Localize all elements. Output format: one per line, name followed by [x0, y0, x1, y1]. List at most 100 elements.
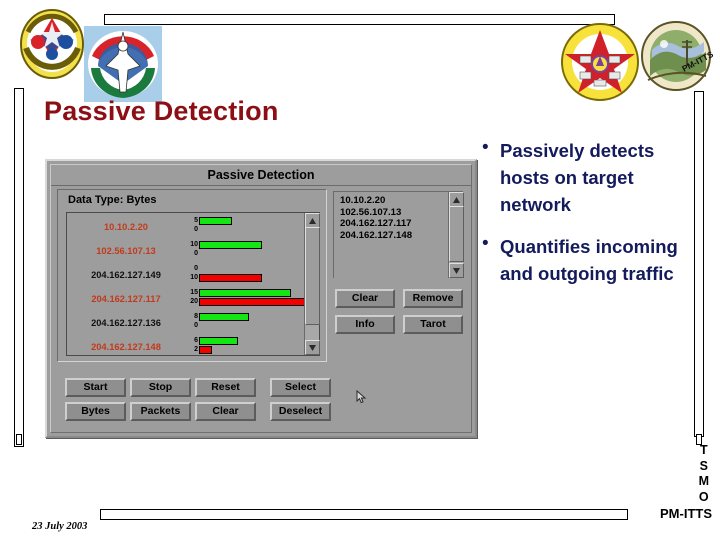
bar-incoming: [199, 240, 262, 249]
chart-category-label[interactable]: 204.162.127.148: [67, 342, 185, 352]
chart-bar-row: 0: [185, 225, 199, 234]
right-vertical-rule: [694, 91, 704, 437]
scroll-down-icon[interactable]: [449, 263, 464, 278]
ip-list-scrollbar[interactable]: [448, 192, 464, 278]
control-button-row: Start Stop Reset Select: [65, 378, 345, 397]
slide-date: 23 July 2003: [32, 521, 88, 532]
chart-bar-row: 10: [185, 273, 262, 282]
info-button[interactable]: Info: [335, 315, 395, 334]
bar-incoming: [199, 336, 238, 345]
list-item[interactable]: 102.56.107.13: [340, 207, 447, 219]
tarot-button[interactable]: Tarot: [403, 315, 463, 334]
deselect-button[interactable]: Deselect: [270, 402, 331, 421]
packets-button[interactable]: Packets: [130, 402, 191, 421]
bytes-button[interactable]: Bytes: [65, 402, 126, 421]
bar-incoming: [199, 216, 232, 225]
chart-bar-row: 0: [185, 321, 199, 330]
chart-area: 10.10.2.20 102.56.107.13 204.162.127.149…: [66, 212, 320, 356]
start-button[interactable]: Start: [65, 378, 126, 397]
bar-outgoing: [199, 345, 212, 354]
reset-button[interactable]: Reset: [195, 378, 256, 397]
chart-panel: Data Type: Bytes 10.10.2.20 102.56.107.1…: [57, 189, 327, 362]
action-button-row: Clear Remove: [335, 289, 463, 308]
bar-value-label: 0: [194, 264, 198, 272]
logo-tsmo-star: [560, 22, 640, 102]
header-rule: [104, 14, 615, 25]
chart-category-label[interactable]: 10.10.2.20: [67, 222, 185, 232]
chart-category-label[interactable]: 102.56.107.13: [67, 246, 185, 256]
bar-value-label: 15: [190, 288, 198, 296]
control-button-row: Bytes Packets Clear Deselect: [65, 402, 345, 421]
bar-outgoing: [199, 297, 305, 306]
window-inner-frame: Passive Detection Data Type: Bytes 10.10…: [50, 164, 472, 433]
bar-value-label: 0: [194, 225, 198, 233]
bar-incoming: [199, 288, 291, 297]
chart-scroll-thumb[interactable]: [305, 227, 320, 325]
scroll-down-icon[interactable]: [305, 340, 320, 355]
logo-army-crest: [18, 8, 86, 80]
mouse-cursor-icon: [356, 389, 368, 404]
clear-data-button[interactable]: Clear: [195, 402, 256, 421]
list-item[interactable]: 204.162.127.117: [340, 218, 447, 230]
bar-value-label: 2: [194, 345, 198, 353]
footer-org: PM-ITTS: [660, 506, 712, 521]
bullet-marker-icon: •: [482, 137, 489, 158]
bar-value-label: 6: [194, 336, 198, 344]
bar-outgoing: [199, 273, 262, 282]
window-title: Passive Detection: [51, 165, 471, 186]
bar-value-label: 20: [190, 297, 198, 305]
side-label-tsmo: T S M O: [699, 443, 709, 505]
list-item: • Passively detects hosts on target netw…: [480, 138, 690, 218]
chart-bar-row: 5: [185, 216, 232, 225]
bar-value-label: 5: [194, 216, 198, 224]
scroll-up-icon[interactable]: [449, 192, 464, 207]
bullet-marker-icon: •: [482, 233, 489, 255]
remove-button[interactable]: Remove: [403, 289, 463, 308]
side-label-line: O: [698, 489, 709, 504]
bar-value-label: 0: [194, 321, 198, 329]
chart-bar-row: 0: [185, 264, 199, 273]
chart-category-labels: 10.10.2.20 102.56.107.13 204.162.127.149…: [67, 213, 185, 355]
chart-bar-row: 6: [185, 336, 238, 345]
bullet-list: • Passively detects hosts on target netw…: [480, 138, 690, 304]
select-button[interactable]: Select: [270, 378, 331, 397]
logo-pm-itts: PM-ITTS: [640, 20, 716, 96]
side-label-line: S: [699, 458, 708, 473]
chart-bar-row: 0: [185, 249, 199, 258]
bullet-text: Quantifies incoming and outgoing traffic: [500, 236, 678, 285]
chart-category-label[interactable]: 204.162.127.117: [67, 294, 185, 304]
bar-value-label: 10: [190, 273, 198, 281]
bar-incoming: [199, 312, 249, 321]
page-title: Passive Detection: [44, 96, 279, 126]
bar-value-label: 10: [190, 240, 198, 248]
bar-value-label: 8: [194, 312, 198, 320]
window-body: Data Type: Bytes 10.10.2.20 102.56.107.1…: [51, 186, 471, 432]
left-vertical-rule: [14, 88, 24, 447]
chart-category-label[interactable]: 204.162.127.136: [67, 318, 185, 328]
selected-ip-list[interactable]: 10.10.2.20 102.56.107.13 204.162.127.117…: [333, 191, 464, 278]
ip-list-items: 10.10.2.20 102.56.107.13 204.162.127.117…: [340, 195, 447, 276]
chart-bar-row: 20: [185, 297, 305, 306]
chart-bar-row: 15: [185, 288, 291, 297]
list-item[interactable]: 204.162.127.148: [340, 230, 447, 242]
slide: PM-ITTS Passive Detection • Passively de…: [0, 0, 720, 540]
chart-category-label[interactable]: 204.162.127.149: [67, 270, 185, 280]
chart-bar-row: 8: [185, 312, 249, 321]
clear-button[interactable]: Clear: [335, 289, 395, 308]
side-label-line: T: [699, 443, 708, 457]
bullet-text: Passively detects hosts on target networ…: [500, 140, 655, 215]
chart-bars: 5 0 10 0 0 10 15 20 8 0 6 2: [185, 213, 305, 355]
scroll-up-icon[interactable]: [305, 213, 320, 228]
chart-bar-row: 2: [185, 345, 212, 354]
ip-list-scroll-thumb[interactable]: [449, 206, 464, 262]
footer-rule: [100, 509, 628, 520]
bar-value-label: 0: [194, 249, 198, 257]
passive-detection-window: Passive Detection Data Type: Bytes 10.10…: [45, 159, 477, 438]
data-type-label: Data Type: Bytes: [68, 194, 157, 206]
stop-button[interactable]: Stop: [130, 378, 191, 397]
control-buttons: Start Stop Reset Select Bytes Packets Cl…: [65, 378, 345, 426]
list-item[interactable]: 10.10.2.20: [340, 195, 447, 207]
chart-scrollbar[interactable]: [304, 213, 320, 355]
